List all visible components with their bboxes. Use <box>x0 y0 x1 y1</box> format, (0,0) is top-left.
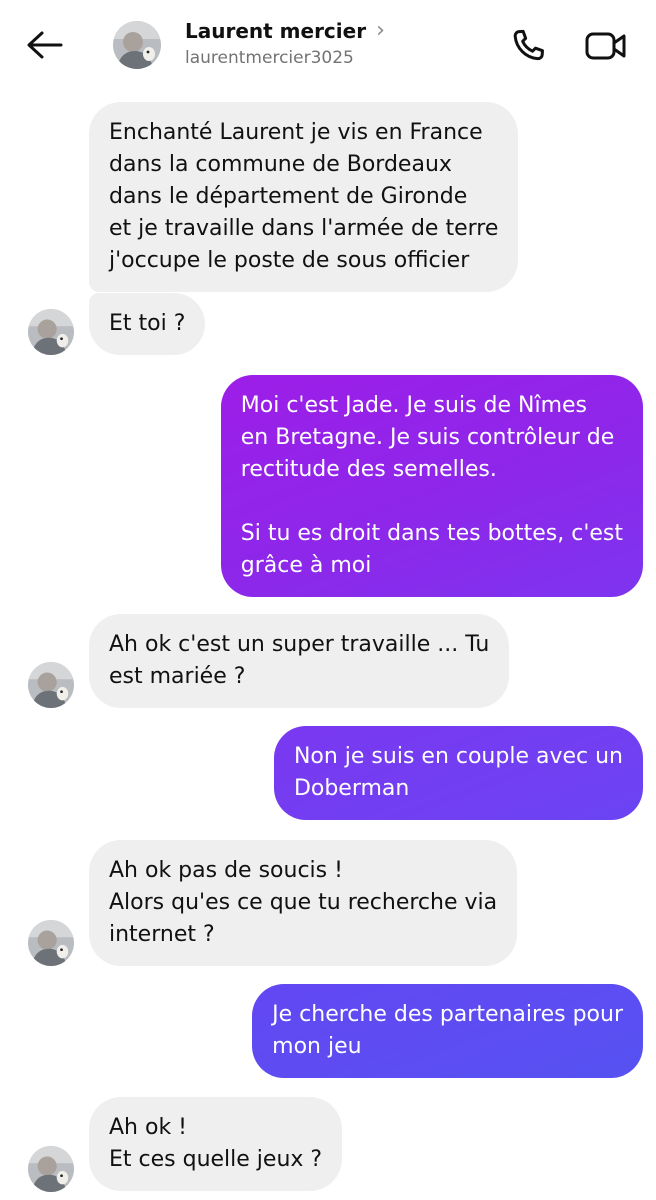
video-camera-icon <box>585 32 626 60</box>
incoming-message[interactable]: Ah ok pas de soucis ! Alors qu'es ce que… <box>89 840 518 966</box>
phone-icon <box>513 29 544 61</box>
incoming-message[interactable]: Enchanté Laurent je vis en France dans l… <box>89 102 519 292</box>
contact-avatar[interactable] <box>113 21 161 69</box>
outgoing-message[interactable]: Non je suis en couple avec un Doberman <box>273 726 643 820</box>
outgoing-message[interactable]: Je cherche des partenaires pour mon jeu <box>252 984 643 1078</box>
audio-call-button[interactable] <box>506 24 550 68</box>
sender-avatar <box>28 920 74 966</box>
contact-name: Laurent mercier <box>185 18 367 43</box>
incoming-message[interactable]: Ah ok c'est un super travaille ... Tu es… <box>89 614 510 708</box>
arrow-left-icon <box>27 31 63 59</box>
chevron-right-icon: › <box>376 18 385 43</box>
incoming-message[interactable]: Et toi ? <box>89 293 206 355</box>
back-button[interactable] <box>22 24 68 66</box>
chat-header: Laurent mercier › laurentmercier3025 <box>0 0 656 92</box>
contact-name-button[interactable]: Laurent mercier › <box>185 18 385 43</box>
outgoing-message[interactable]: Moi c'est Jade. Je suis de Nîmes en Bret… <box>220 375 643 597</box>
incoming-message[interactable]: Ah ok ! Et ces quelle jeux ? <box>89 1097 343 1191</box>
sender-avatar <box>28 1146 74 1192</box>
sender-avatar <box>28 662 74 708</box>
contact-handle: laurentmercier3025 <box>185 48 354 68</box>
video-call-button[interactable] <box>582 24 630 68</box>
sender-avatar <box>28 309 74 355</box>
